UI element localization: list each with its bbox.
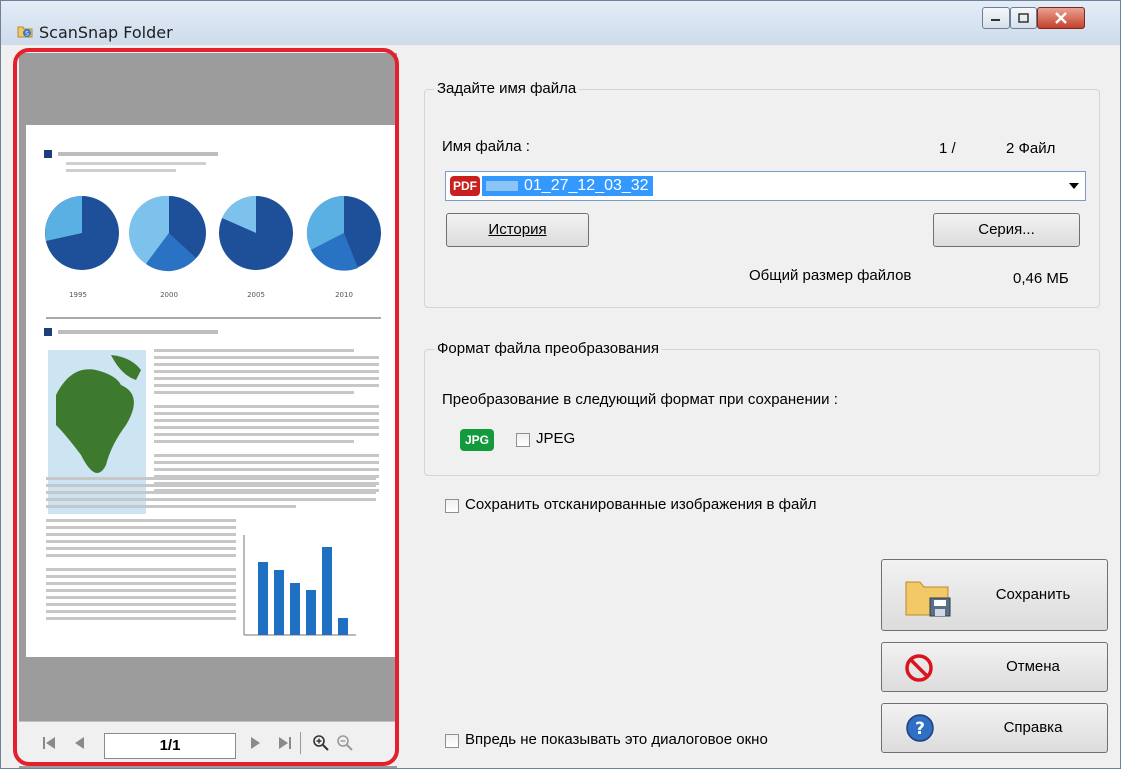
- cancel-icon: [905, 654, 933, 682]
- pie-year-2010: 2010: [335, 291, 353, 299]
- format-group-title: Формат файла преобразования: [434, 340, 663, 357]
- maximize-button[interactable]: [1010, 7, 1037, 29]
- zoom-in-icon: [313, 735, 329, 751]
- filename-label: Имя файла :: [442, 138, 530, 155]
- chevron-down-icon[interactable]: [1069, 182, 1079, 190]
- first-page-button[interactable]: [39, 732, 59, 754]
- zoom-in-button[interactable]: [311, 732, 331, 754]
- previous-page-icon: [75, 737, 84, 749]
- minimize-button[interactable]: [982, 7, 1010, 29]
- pie-year-1995: 1995: [69, 291, 87, 299]
- pie-year-2000: 2000: [160, 291, 178, 299]
- svg-text:S: S: [25, 31, 29, 38]
- save-images-checkbox[interactable]: [445, 499, 459, 513]
- help-button-label: Справка: [1003, 719, 1063, 736]
- minimize-icon: [991, 19, 1000, 21]
- next-page-icon: [251, 737, 260, 749]
- total-size-label: Общий размер файлов: [749, 267, 912, 284]
- first-page-icon: [43, 737, 55, 749]
- filename-group-title: Задайте имя файла: [434, 80, 580, 97]
- series-button[interactable]: Серия...: [933, 213, 1080, 247]
- zoom-out-button[interactable]: [335, 732, 355, 754]
- scanned-page-thumbnail: 1995 2000 2005 2010: [26, 125, 396, 657]
- cancel-button[interactable]: Отмена: [881, 642, 1108, 692]
- file-count: 2 Файл: [1006, 140, 1056, 157]
- format-group: [424, 349, 1100, 476]
- filename-input-value[interactable]: 01_27_12_03_32: [482, 176, 653, 196]
- zoom-out-icon: [337, 735, 353, 751]
- jpeg-checkbox[interactable]: [516, 433, 530, 447]
- file-index: 1 /: [939, 140, 956, 157]
- dialog-window: S ScanSnap Folder 1995 2000 2005 2010 1/…: [0, 0, 1121, 769]
- toolbar-divider: [300, 732, 301, 754]
- close-button[interactable]: [1037, 7, 1085, 29]
- conversion-label: Преобразование в следующий формат при со…: [442, 391, 838, 408]
- maximize-icon: [1017, 13, 1029, 23]
- scansnap-folder-icon: S: [17, 26, 33, 38]
- dont-show-label[interactable]: Впредь не показывать это диалоговое окно: [465, 731, 768, 748]
- window-title: ScanSnap Folder: [39, 23, 173, 42]
- save-images-label[interactable]: Сохранить отсканированные изображения в …: [465, 496, 817, 513]
- redacted-text-block: [486, 180, 518, 191]
- next-page-button[interactable]: [246, 732, 266, 754]
- history-button-label: История: [488, 221, 547, 238]
- save-button-label: Сохранить: [995, 586, 1071, 603]
- close-icon: [1055, 12, 1067, 24]
- title-bar: S ScanSnap Folder: [1, 1, 1120, 45]
- page-counter[interactable]: 1/1: [104, 733, 236, 759]
- jpg-file-icon: JPG: [460, 429, 494, 451]
- jpeg-option-label[interactable]: JPEG: [536, 430, 575, 447]
- last-page-icon: [279, 737, 291, 749]
- filename-combobox[interactable]: PDF 01_27_12_03_32: [445, 171, 1086, 201]
- pie-year-2005: 2005: [247, 291, 265, 299]
- pdf-file-icon: PDF: [450, 176, 480, 196]
- save-button[interactable]: Сохранить: [881, 559, 1108, 631]
- last-page-button[interactable]: [275, 732, 295, 754]
- history-button[interactable]: История: [446, 213, 589, 247]
- series-button-label: Серия...: [978, 221, 1035, 238]
- cancel-button-label: Отмена: [1006, 658, 1060, 675]
- help-icon: ?: [906, 714, 934, 742]
- previous-page-button[interactable]: [69, 732, 89, 754]
- svg-text:?: ?: [915, 719, 925, 739]
- total-size-value: 0,46 МБ: [1013, 270, 1069, 287]
- folder-save-icon: [905, 581, 951, 617]
- dont-show-checkbox[interactable]: [445, 734, 459, 748]
- document-preview-image: 1995 2000 2005 2010: [44, 150, 381, 636]
- help-button[interactable]: ? Справка: [881, 703, 1108, 753]
- filename-value-text: 01_27_12_03_32: [524, 177, 649, 194]
